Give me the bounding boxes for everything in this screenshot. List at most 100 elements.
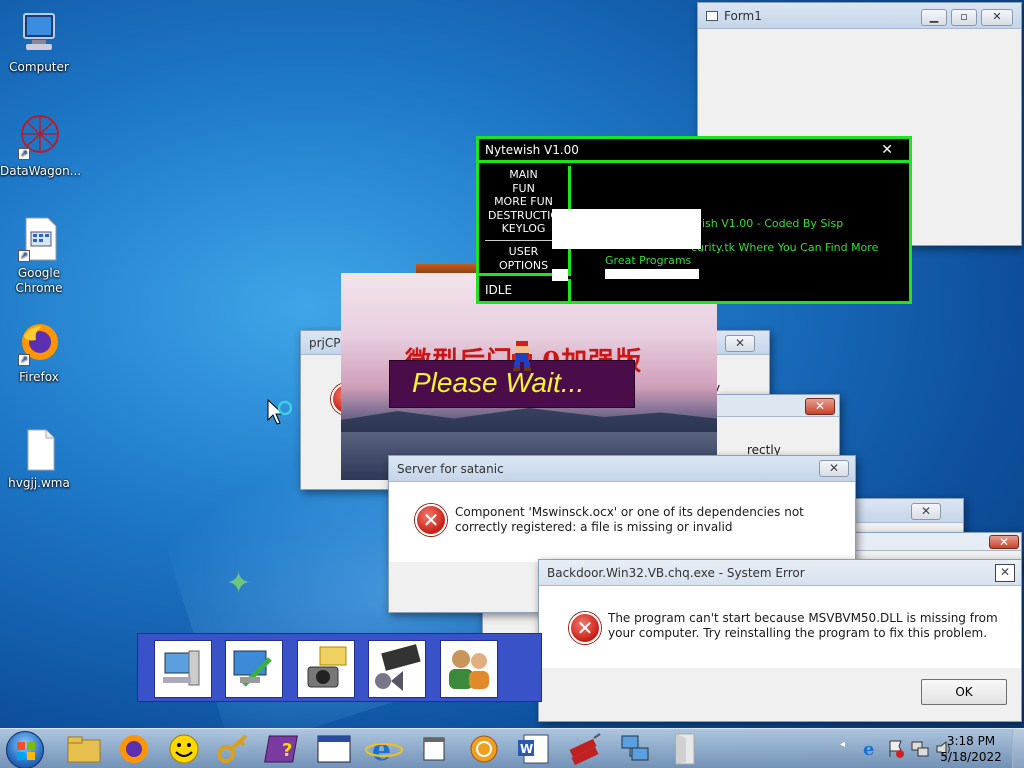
taskbar-word[interactable]: W	[510, 732, 558, 766]
form1-titlebar[interactable]: Form1 ▁ ▫ ✕	[698, 3, 1021, 29]
menu-item-main[interactable]: MAIN	[479, 168, 568, 182]
wallpaper-star: ✦	[226, 566, 252, 601]
desktop-icon-label: hvgjj.wma	[8, 476, 70, 490]
shortcut-arrow-icon: ↗	[18, 354, 30, 366]
datawagon-icon: ↗	[16, 114, 62, 160]
svg-text:e: e	[372, 733, 391, 766]
smiley-icon	[169, 734, 199, 764]
redaction-block	[552, 269, 568, 281]
clock-time: 3:18 PM	[946, 734, 996, 748]
taskbar-help[interactable]: ?	[260, 732, 308, 766]
window-b-titlebar[interactable]: ✕	[717, 395, 839, 417]
close-button[interactable]: ✕	[819, 460, 849, 477]
desktop-icon-hvgjj-wma[interactable]: hvgjj.wma	[0, 426, 78, 491]
media-film-icon	[375, 644, 421, 691]
clock-date: 5/18/2022	[940, 750, 1002, 764]
backdoor-message: The program can't start because MSVBVM50…	[608, 611, 998, 640]
swirl-icon	[470, 735, 498, 763]
redaction-block	[605, 269, 699, 279]
quick-launch-users[interactable]	[440, 640, 498, 698]
window-d-titlebar[interactable]: ✕	[851, 533, 1021, 551]
start-button[interactable]	[6, 731, 44, 768]
maximize-button[interactable]: ▫	[951, 9, 977, 26]
prjcp-title: prjCP	[309, 336, 341, 350]
satanic-titlebar[interactable]: Server for satanic ✕	[389, 456, 855, 482]
firefox-icon: ↗	[16, 320, 62, 366]
desktop-icon-google-chrome[interactable]: ↗ Google Chrome	[0, 216, 78, 296]
close-button[interactable]: ✕	[981, 9, 1013, 26]
minimize-button[interactable]: ▁	[921, 9, 947, 26]
desktop-icon-computer[interactable]: Computer	[0, 10, 78, 75]
backdoor-title: Backdoor.Win32.VB.chq.exe - System Error	[547, 566, 805, 580]
nytewish-credit-line: wish V1.00 - Coded By Sisp	[693, 217, 844, 230]
show-desktop-button[interactable]	[1012, 729, 1024, 768]
close-button[interactable]: ✕	[989, 535, 1019, 549]
taskbar-firefox[interactable]	[110, 732, 158, 766]
quick-launch-media[interactable]	[368, 640, 426, 698]
taskbar-internet-explorer[interactable]: e	[360, 732, 408, 768]
quick-launch-camera-mail[interactable]	[297, 640, 355, 698]
tray-expand-icon[interactable]: ◂	[840, 739, 845, 750]
taskbar-window[interactable]	[310, 732, 358, 766]
computer-icon	[16, 10, 62, 56]
taskbar-door[interactable]	[660, 732, 708, 766]
form1-title: Form1	[724, 9, 762, 23]
taskbar-network[interactable]	[610, 732, 658, 766]
word-document-icon: W	[518, 734, 549, 764]
backdoor-system-error-dialog[interactable]: Backdoor.Win32.VB.chq.exe - System Error…	[538, 559, 1022, 722]
taskbar-explorer[interactable]	[60, 732, 108, 766]
taskbar-folder-window[interactable]	[410, 732, 458, 766]
network-computer-icon	[163, 650, 200, 686]
taskbar-key[interactable]	[210, 732, 258, 766]
users-icon	[449, 650, 489, 689]
form1-app-icon	[706, 11, 718, 21]
door-icon	[675, 733, 695, 765]
taskbar-swirl-app[interactable]	[460, 732, 508, 766]
desktop-icon-datawagon[interactable]: ↗ DataWagon...	[0, 114, 82, 179]
please-wait-text: Please Wait...	[412, 367, 585, 398]
tray-ie-icon[interactable]: e	[860, 739, 880, 759]
menu-item-more-fun[interactable]: MORE FUN	[479, 195, 568, 209]
error-icon: ✕	[569, 612, 601, 644]
firefox-icon	[120, 735, 148, 763]
close-button[interactable]: ✕	[995, 564, 1015, 582]
key-icon	[217, 734, 248, 763]
windows-logo-icon	[17, 742, 35, 760]
desktop-icon-label: DataWagon...	[0, 164, 82, 178]
desktop-icon-label: Firefox	[19, 370, 59, 384]
taskbar: ? e W ◂ e 3:18 PM 5/18/2022	[0, 728, 1024, 768]
please-wait-window[interactable]: 微型后门1.0加强版 Please Wait...	[341, 273, 717, 480]
close-button[interactable]: ✕	[911, 503, 941, 520]
quick-launch-network-computer[interactable]	[154, 640, 212, 698]
taskbar-clock[interactable]: 3:18 PM 5/18/2022	[928, 733, 1014, 765]
dynamite-icon	[569, 733, 601, 766]
taskbar-smiley[interactable]	[160, 732, 208, 766]
folder-icon	[67, 736, 101, 763]
nytewish-title: Nytewish V1.00	[485, 143, 579, 157]
redaction-block	[552, 209, 701, 249]
svg-text:?: ?	[282, 740, 292, 761]
internet-explorer-icon: e	[365, 733, 403, 768]
menu-item-fun[interactable]: FUN	[479, 182, 568, 196]
nytewish-window[interactable]: Nytewish V1.00 ✕ MAIN FUN MORE FUN DESTR…	[476, 136, 912, 304]
network-status-icon[interactable]	[910, 739, 930, 759]
nytewish-titlebar[interactable]: Nytewish V1.00 ✕	[479, 139, 909, 163]
desktop-icon-firefox[interactable]: ↗ Firefox	[0, 320, 78, 385]
ok-button[interactable]: OK	[921, 679, 1007, 705]
close-button[interactable]: ✕	[805, 398, 835, 415]
backdoor-titlebar[interactable]: Backdoor.Win32.VB.chq.exe - System Error…	[539, 560, 1021, 586]
mario-sprite-icon	[512, 341, 532, 371]
close-button[interactable]: ✕	[725, 335, 755, 352]
mouse-cursor-busy-icon	[267, 398, 293, 425]
taskbar-dynamite[interactable]	[560, 732, 608, 766]
nytewish-programs-line: Great Programs	[605, 254, 692, 267]
window-icon	[317, 735, 351, 763]
satanic-message: Component 'Mswinsck.ocx' or one of its d…	[455, 505, 804, 534]
action-center-icon[interactable]	[886, 739, 906, 759]
document-file-icon: ↗	[16, 216, 62, 262]
quick-launch-display-settings[interactable]	[225, 640, 283, 698]
close-icon[interactable]: ✕	[881, 139, 893, 161]
shortcut-arrow-icon: ↗	[18, 250, 30, 262]
folder-window-icon	[423, 737, 445, 761]
network-icon	[621, 735, 649, 761]
